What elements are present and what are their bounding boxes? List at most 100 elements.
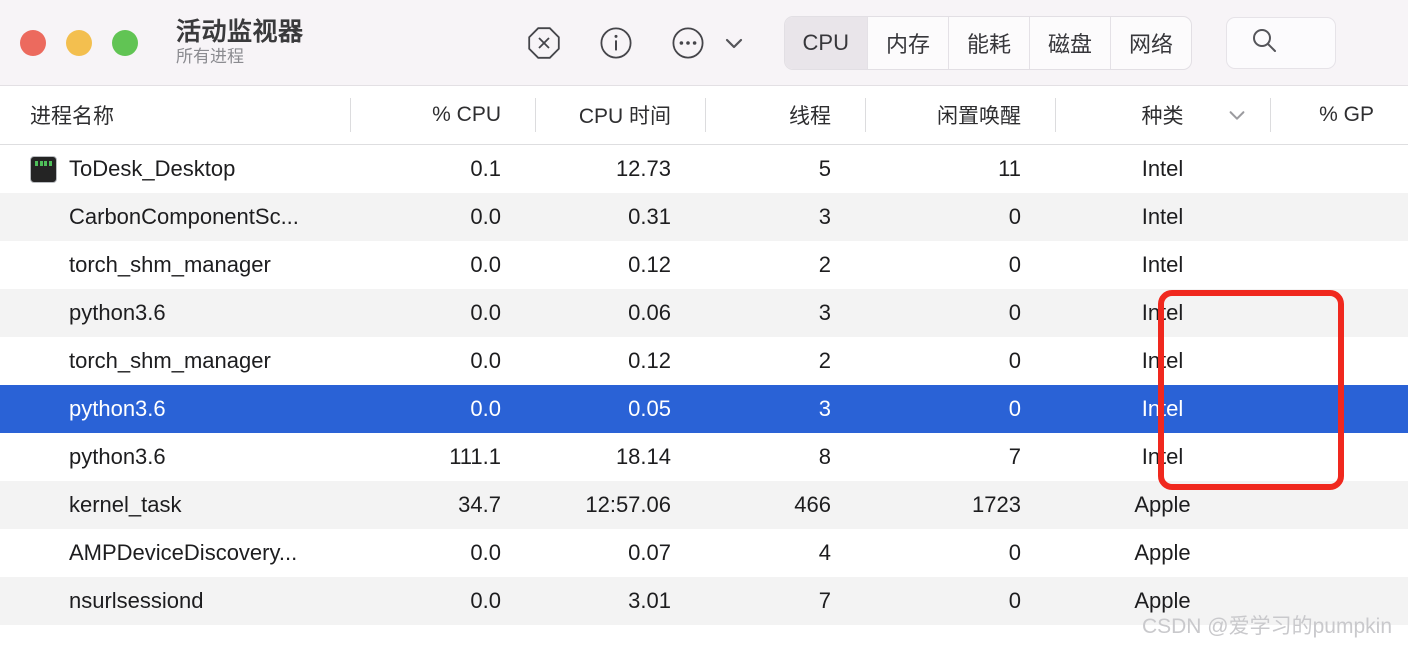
cell-threads: 2 — [818, 348, 831, 373]
cell-gpu-percent — [1270, 529, 1408, 577]
cell-kind: Intel — [1141, 252, 1184, 277]
column-header-idle[interactable]: 闲置唤醒 — [865, 86, 1055, 144]
cell-idle-wakeups: 0 — [1008, 348, 1021, 373]
tab-memory[interactable]: 内存 — [868, 16, 949, 69]
cell-threads: 466 — [794, 492, 831, 517]
table-row[interactable]: CarbonComponentSc... 0.0 0.31 3 0 Intel — [0, 193, 1408, 241]
cell-cpu-time: 0.12 — [628, 348, 671, 373]
column-header-gpu[interactable]: % GP — [1270, 86, 1408, 144]
cell-cpu-time: 0.05 — [628, 396, 671, 421]
terminal-app-icon — [30, 155, 57, 183]
cell-cpu-time: 12:57.06 — [585, 492, 671, 517]
process-name-label: CarbonComponentSc... — [69, 204, 299, 229]
cell-kind: Intel — [1141, 396, 1184, 421]
cell-process-name: AMPDeviceDiscovery... — [0, 529, 350, 577]
cell-cpu-percent: 0.0 — [470, 540, 501, 565]
cell-cpu-time: 0.07 — [628, 540, 671, 565]
zoom-window-button[interactable] — [112, 29, 138, 56]
cell-gpu-percent — [1270, 241, 1408, 289]
process-table-body: ToDesk_Desktop 0.1 12.73 5 11 Intel Carb… — [0, 145, 1408, 625]
minimize-window-button[interactable] — [66, 29, 92, 56]
tab-network[interactable]: 网络 — [1111, 17, 1191, 69]
table-row[interactable]: python3.6 0.0 0.06 3 0 Intel — [0, 289, 1408, 337]
table-row[interactable]: kernel_task 34.7 12:57.06 466 1723 Apple — [0, 481, 1408, 529]
table-row[interactable]: nsurlsessiond 0.0 3.01 7 0 Apple — [0, 577, 1408, 625]
page-subtitle: 所有进程 — [176, 47, 244, 67]
activity-monitor-window: 活动监视器 所有进程 CPU 内存 能耗 磁盘 网络 进程名称 % CPU CP… — [0, 0, 1408, 648]
chevron-down-icon[interactable] — [720, 23, 748, 63]
cell-cpu-percent: 0.0 — [470, 348, 501, 373]
cell-cpu-percent: 0.0 — [470, 204, 501, 229]
cell-process-name: CarbonComponentSc... — [0, 193, 350, 241]
cell-threads: 3 — [818, 396, 831, 421]
table-column-header: 进程名称 % CPU CPU 时间 线程 闲置唤醒 种类 % GP — [0, 85, 1408, 145]
cell-idle-wakeups: 1723 — [972, 492, 1021, 517]
tab-cpu[interactable]: CPU — [784, 16, 868, 69]
cell-cpu-time: 3.01 — [628, 588, 671, 613]
cell-cpu-percent: 0.0 — [470, 300, 501, 325]
cell-threads: 3 — [818, 204, 831, 229]
cell-cpu-percent: 0.0 — [470, 588, 501, 613]
process-name-label: AMPDeviceDiscovery... — [69, 540, 298, 565]
cell-cpu-percent: 0.1 — [470, 156, 501, 181]
cell-kind: Intel — [1141, 204, 1184, 229]
info-circle-icon[interactable] — [596, 23, 636, 63]
ellipsis-circle-icon[interactable] — [668, 23, 708, 63]
cell-gpu-percent — [1270, 145, 1408, 193]
cell-idle-wakeups: 0 — [1008, 204, 1021, 229]
cell-cpu-percent: 111.1 — [449, 444, 501, 469]
cell-gpu-percent — [1270, 289, 1408, 337]
tab-energy[interactable]: 能耗 — [949, 16, 1030, 69]
cell-cpu-time: 0.12 — [628, 252, 671, 277]
cell-gpu-percent — [1270, 337, 1408, 385]
cell-cpu-percent: 34.7 — [458, 492, 501, 517]
column-header-kind-label: 种类 — [1141, 105, 1184, 128]
process-name-label: nsurlsessiond — [69, 588, 204, 613]
cell-threads: 5 — [818, 156, 831, 181]
table-row[interactable]: ToDesk_Desktop 0.1 12.73 5 11 Intel — [0, 145, 1408, 193]
cell-cpu-percent: 0.0 — [470, 396, 501, 421]
column-header-kind[interactable]: 种类 — [1055, 86, 1270, 144]
search-input[interactable] — [1226, 16, 1337, 69]
cell-cpu-percent: 0.0 — [470, 252, 501, 277]
column-header-name[interactable]: 进程名称 — [0, 86, 350, 144]
table-row-selected[interactable]: python3.6 0.0 0.05 3 0 Intel — [0, 385, 1408, 433]
close-window-button[interactable] — [20, 29, 46, 56]
process-name-label: torch_shm_manager — [69, 348, 271, 373]
cell-kind: Apple — [1134, 492, 1191, 517]
cell-idle-wakeups: 0 — [1008, 540, 1021, 565]
sort-chevron-down-icon — [1226, 104, 1248, 126]
cell-gpu-percent — [1270, 385, 1408, 433]
table-row[interactable]: torch_shm_manager 0.0 0.12 2 0 Intel — [0, 241, 1408, 289]
column-header-cpu[interactable]: % CPU — [350, 86, 535, 144]
cell-kind: Intel — [1141, 300, 1184, 325]
cell-idle-wakeups: 0 — [1008, 588, 1021, 613]
table-row[interactable]: torch_shm_manager 0.0 0.12 2 0 Intel — [0, 337, 1408, 385]
cell-idle-wakeups: 0 — [1008, 396, 1021, 421]
stop-process-icon[interactable] — [524, 23, 564, 63]
cell-kind: Intel — [1141, 444, 1184, 469]
process-name-label: torch_shm_manager — [69, 252, 271, 277]
cell-threads: 7 — [818, 588, 831, 613]
cell-process-name: python3.6 — [0, 385, 350, 433]
column-header-time[interactable]: CPU 时间 — [535, 86, 705, 144]
column-header-threads[interactable]: 线程 — [705, 86, 865, 144]
cell-idle-wakeups: 11 — [998, 156, 1021, 181]
cell-process-name: torch_shm_manager — [0, 337, 350, 385]
cell-cpu-time: 18.14 — [615, 444, 671, 469]
cell-process-name: kernel_task — [0, 481, 350, 529]
cell-kind: Intel — [1141, 156, 1184, 181]
cell-cpu-time: 0.06 — [628, 300, 671, 325]
cell-threads: 8 — [818, 444, 831, 469]
table-row[interactable]: AMPDeviceDiscovery... 0.0 0.07 4 0 Apple — [0, 529, 1408, 577]
view-tab-group: CPU 内存 能耗 磁盘 网络 — [783, 15, 1193, 70]
process-name-label: python3.6 — [69, 300, 166, 325]
cell-gpu-percent — [1270, 577, 1408, 625]
search-icon — [1249, 25, 1279, 60]
tab-disk[interactable]: 磁盘 — [1030, 16, 1112, 69]
table-row[interactable]: python3.6 111.1 18.14 8 7 Intel — [0, 433, 1408, 481]
process-name-label: kernel_task — [69, 492, 182, 517]
cell-gpu-percent — [1270, 193, 1408, 241]
cell-cpu-time: 0.31 — [628, 204, 671, 229]
cell-idle-wakeups: 0 — [1008, 300, 1021, 325]
